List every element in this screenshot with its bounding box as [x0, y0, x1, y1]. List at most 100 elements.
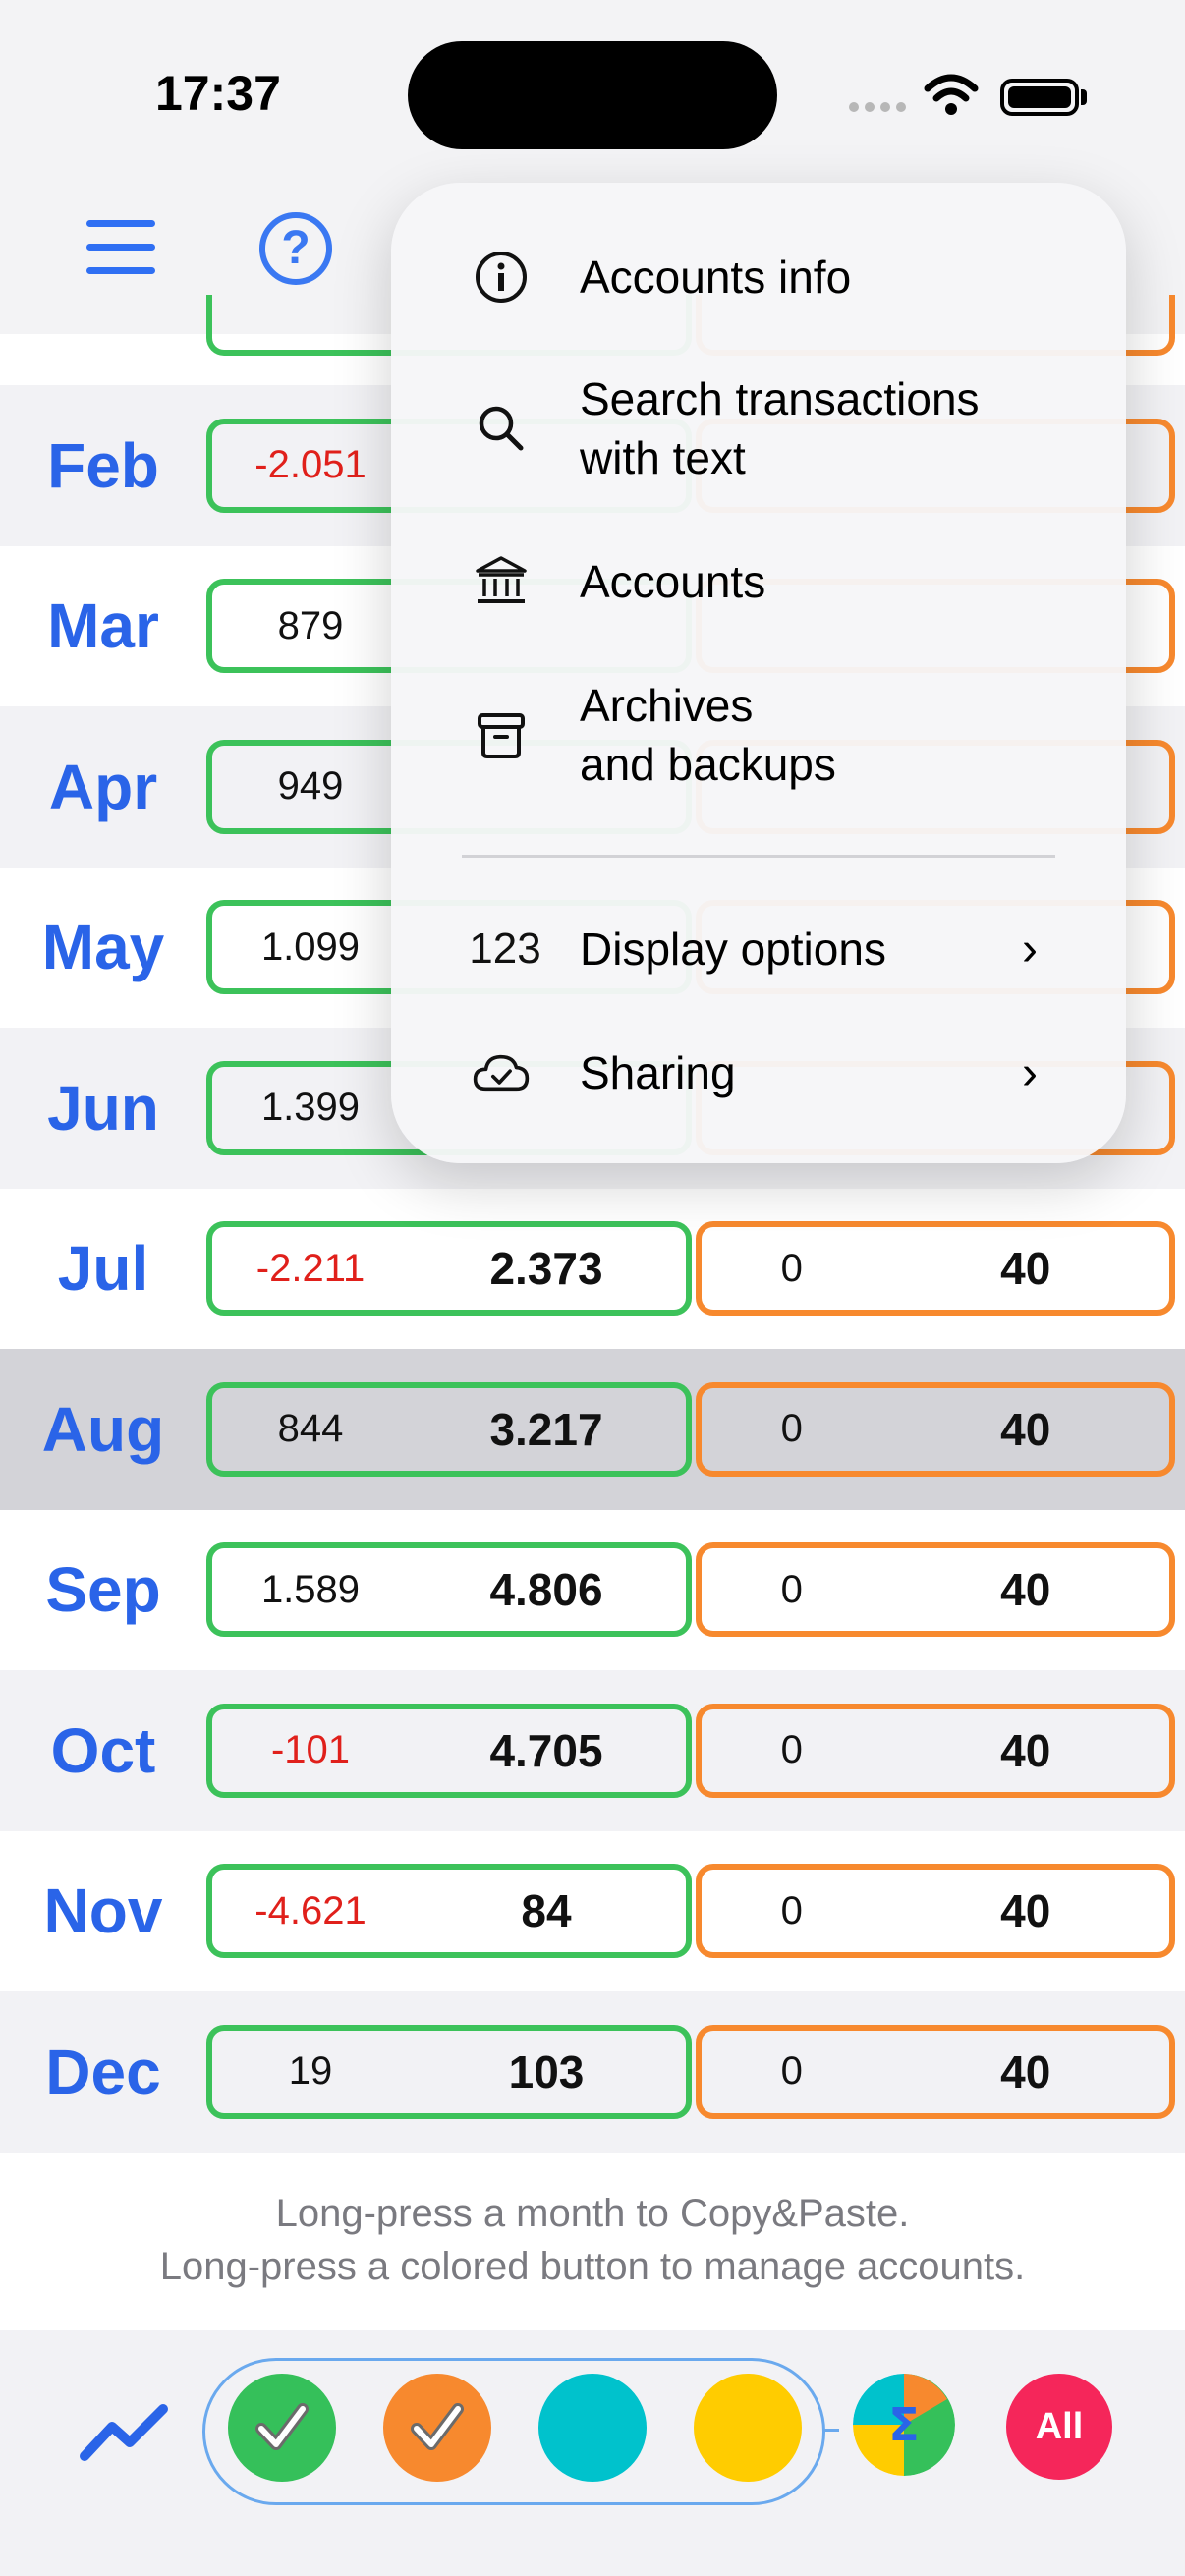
bank-icon [472, 552, 531, 611]
month-label[interactable]: Feb [0, 429, 206, 502]
wifi-icon [924, 74, 979, 115]
trend-chart-icon[interactable] [79, 2397, 169, 2466]
menu-item-label: Sharing [580, 1047, 736, 1098]
month-label[interactable]: Aug [0, 1393, 206, 1466]
month-change-value: 0 [780, 1728, 803, 1772]
balance-value: 40 [1000, 1243, 1051, 1295]
dynamic-island [408, 41, 777, 149]
numbers-icon: 123 [469, 924, 541, 973]
month-change-value: 879 [277, 603, 344, 647]
menu-divider [462, 855, 1055, 858]
bottom-toolbar: Σ All [0, 2330, 1185, 2576]
cellular-signal-icon [849, 102, 906, 112]
month-label[interactable]: Nov [0, 1875, 206, 1947]
month-label[interactable]: Sep [0, 1553, 206, 1626]
month-row[interactable]: Nov -4.621 84 0 40 [0, 1831, 1185, 1992]
green-account-button[interactable]: 1.589 4.806 [206, 1542, 692, 1638]
menu-item-search-transactions[interactable]: Search transactions with text [391, 369, 1126, 487]
all-accounts-button[interactable]: All [1006, 2374, 1112, 2480]
menu-item-label: Archives and backups [580, 680, 836, 790]
account-toggle-button[interactable] [228, 2374, 336, 2482]
green-account-button[interactable]: 19 103 [206, 2024, 692, 2119]
month-label[interactable]: Apr [0, 751, 206, 823]
checkmark-icon [255, 2403, 309, 2450]
balance-value: 3.217 [489, 1403, 603, 1455]
month-change-value: 0 [780, 2049, 803, 2094]
month-label[interactable]: Mar [0, 589, 206, 662]
group-connector [823, 2429, 839, 2432]
battery-icon [1000, 79, 1079, 116]
month-change-value: 19 [288, 2049, 333, 2094]
menu-item-accounts[interactable]: Accounts [391, 552, 1126, 611]
battery-tip [1081, 89, 1087, 105]
menu-item-label: Accounts [580, 556, 766, 607]
green-account-button[interactable]: -2.211 2.373 [206, 1221, 692, 1316]
orange-account-button[interactable]: 0 40 [696, 1703, 1175, 1798]
month-change-value: -4.621 [254, 1888, 367, 1932]
balance-value: 84 [521, 1885, 572, 1937]
checkmark-icon [411, 2403, 464, 2450]
month-label[interactable]: Jun [0, 1072, 206, 1145]
balance-value: 2.373 [489, 1243, 603, 1295]
main-menu-popup: Accounts info Search transactions with t… [391, 183, 1126, 1163]
account-toggle-button[interactable] [694, 2374, 802, 2482]
balance-value: 40 [1000, 1564, 1051, 1616]
search-icon [472, 399, 531, 458]
month-change-value: -2.211 [255, 1246, 366, 1290]
month-change-value: 949 [277, 764, 344, 809]
chevron-right-icon: › [1022, 1046, 1038, 1099]
month-label[interactable]: Oct [0, 1714, 206, 1787]
account-toggle-button[interactable] [538, 2374, 647, 2482]
hamburger-menu-button[interactable] [86, 220, 155, 275]
month-row[interactable]: Sep 1.589 4.806 0 40 [0, 1510, 1185, 1671]
menu-item-label: Search transactions with text [580, 373, 980, 483]
month-change-value: -101 [270, 1728, 351, 1772]
status-time: 17:37 [155, 66, 281, 121]
svg-text:Σ: Σ [888, 2398, 919, 2451]
month-change-value: -2.051 [254, 443, 367, 487]
month-label[interactable]: Jul [0, 1232, 206, 1305]
orange-account-button[interactable]: 0 40 [696, 2024, 1175, 2119]
menu-item-display-options[interactable]: 123 Display options › [391, 920, 1126, 979]
menu-item-accounts-info[interactable]: Accounts info [391, 248, 1126, 307]
balance-value: 40 [1000, 2045, 1051, 2098]
month-change-value: 0 [780, 1888, 803, 1932]
menu-item-sharing[interactable]: Sharing › [391, 1043, 1126, 1102]
hint-line-1: Long-press a month to Copy&Paste. [275, 2192, 910, 2235]
month-change-value: 844 [277, 1407, 344, 1451]
menu-item-archives-backups[interactable]: Archives and backups [391, 676, 1126, 794]
green-account-button[interactable]: 844 3.217 [206, 1381, 692, 1477]
balance-value: 40 [1000, 1403, 1051, 1455]
month-row[interactable]: Aug 844 3.217 0 40 [0, 1349, 1185, 1510]
archive-icon [472, 705, 531, 764]
balance-value: 40 [1000, 1885, 1051, 1937]
balance-value: 103 [508, 2045, 585, 2098]
green-account-button[interactable]: -101 4.705 [206, 1703, 692, 1798]
balance-value: 4.705 [489, 1724, 603, 1776]
month-change-value: 1.099 [260, 924, 361, 969]
orange-account-button[interactable]: 0 40 [696, 1221, 1175, 1316]
month-change-value: 0 [780, 1407, 803, 1451]
month-change-value: 0 [780, 1246, 803, 1290]
chevron-right-icon: › [1022, 923, 1038, 976]
month-change-value: 1.399 [260, 1086, 361, 1130]
green-account-button[interactable]: -4.621 84 [206, 1864, 692, 1959]
orange-account-button[interactable]: 0 40 [696, 1542, 1175, 1638]
orange-account-button[interactable]: 0 40 [696, 1864, 1175, 1959]
account-toggle-button[interactable] [383, 2374, 491, 2482]
month-row[interactable]: Oct -101 4.705 0 40 [0, 1670, 1185, 1831]
menu-item-label: Accounts info [580, 252, 852, 303]
hint-line-2: Long-press a colored button to manage ac… [159, 2245, 1026, 2288]
balance-value: 40 [1000, 1724, 1051, 1776]
month-row[interactable]: Jul -2.211 2.373 0 40 [0, 1189, 1185, 1350]
sum-all-accounts-button[interactable]: Σ [853, 2374, 955, 2476]
month-change-value: 0 [780, 1567, 803, 1611]
info-icon [472, 248, 531, 307]
orange-account-button[interactable]: 0 40 [696, 1381, 1175, 1477]
month-label[interactable]: May [0, 911, 206, 983]
help-button[interactable]: ? [259, 212, 332, 285]
hint-text: Long-press a month to Copy&Paste. Long-p… [0, 2157, 1185, 2330]
month-row[interactable]: Dec 19 103 0 40 [0, 1991, 1185, 2153]
month-label[interactable]: Dec [0, 2036, 206, 2108]
cloud-check-icon [472, 1043, 531, 1102]
